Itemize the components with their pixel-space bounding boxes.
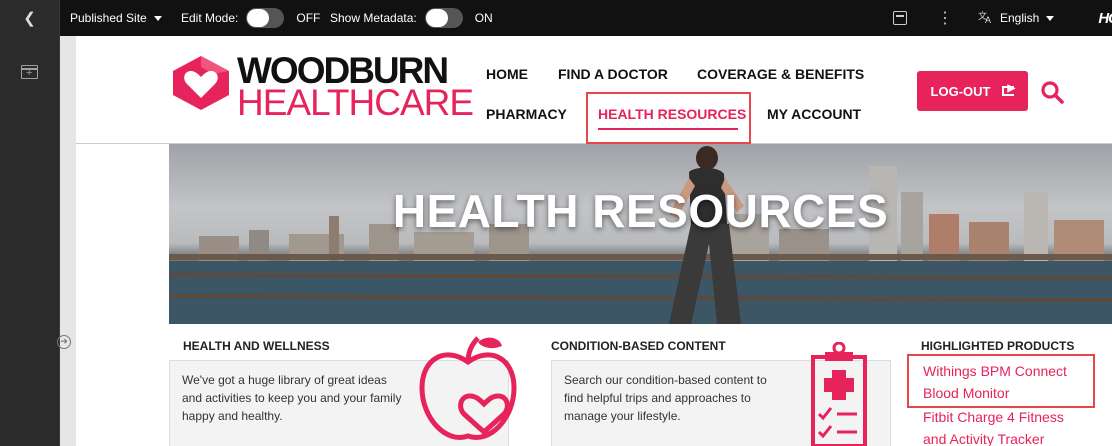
canvas-gutter (60, 36, 76, 446)
hero-title: HEALTH RESOURCES (392, 185, 889, 237)
panel-icon (893, 11, 907, 25)
editor-toolbar: ❮ Published Site Edit Mode: OFF Show Met… (0, 0, 1112, 36)
back-button[interactable]: ❮ (0, 0, 60, 36)
edit-mode-state: OFF (296, 11, 321, 25)
logout-button[interactable]: LOG-OUT (917, 71, 1028, 111)
medical-clipboard-icon (809, 341, 869, 446)
more-options-button[interactable]: ⋮ (937, 0, 953, 36)
edit-mode-label: Edit Mode: (181, 11, 239, 25)
product-link-fitbit-line1[interactable]: Fitbit Charge 4 Fitness (923, 406, 1064, 428)
logout-label: LOG-OUT (930, 83, 991, 99)
product-link-fitbit-line2[interactable]: and Activity Tracker (923, 428, 1044, 446)
language-label: English (1000, 11, 1040, 25)
language-selector[interactable]: 文 A English (978, 0, 1055, 36)
apple-heart-icon (416, 332, 521, 446)
add-component-icon[interactable]: + (21, 65, 38, 79)
nav-my-account[interactable]: MY ACCOUNT (767, 106, 861, 122)
nav-pharmacy[interactable]: PHARMACY (486, 106, 567, 122)
show-metadata-label: Show Metadata: (330, 11, 417, 25)
edit-mode-control: Edit Mode: OFF (181, 0, 320, 36)
heart-hexagon-logo-icon (173, 56, 229, 110)
expand-panel-icon[interactable]: ➜ (57, 335, 71, 349)
chevron-left-icon: ❮ (23, 10, 36, 27)
condition-card-text: Search our condition-based content to fi… (564, 373, 767, 423)
caret-down-icon (153, 15, 162, 21)
search-icon[interactable] (1040, 80, 1064, 104)
nav-highlight-box (586, 92, 751, 144)
nav-find-a-doctor[interactable]: FIND A DOCTOR (558, 66, 668, 82)
site-preview: WOODBURN HEALTHCARE HOME FIND A DOCTOR C… (76, 36, 1112, 446)
nav-coverage-benefits[interactable]: COVERAGE & BENEFITS (697, 66, 864, 82)
show-metadata-control: Show Metadata: ON (330, 0, 493, 36)
wellness-section-title: HEALTH AND WELLNESS (183, 339, 330, 353)
caret-down-icon (1046, 15, 1055, 21)
show-metadata-toggle[interactable] (424, 8, 463, 28)
show-metadata-state: ON (474, 11, 493, 25)
nav-home[interactable]: HOME (486, 66, 528, 82)
products-section-title: HIGHLIGHTED PRODUCTS (921, 339, 1075, 353)
site-selector-dropdown[interactable]: Published Site (70, 0, 162, 36)
editor-side-panel: + (0, 36, 60, 446)
logout-icon (1002, 83, 1015, 96)
hero-banner: HEALTH RESOURCES (169, 144, 1112, 324)
page-settings-button[interactable] (893, 0, 907, 36)
wellness-card-text: We've got a huge library of great ideas … (182, 373, 402, 423)
more-vertical-icon: ⋮ (937, 10, 953, 27)
condition-section-title: CONDITION-BASED CONTENT (551, 339, 726, 353)
brand-logo-partial: HC (1098, 10, 1112, 27)
site-header: WOODBURN HEALTHCARE HOME FIND A DOCTOR C… (76, 36, 1112, 144)
product-highlight-box (907, 354, 1095, 408)
logo-wordmark-bottom: HEALTHCARE (237, 82, 474, 123)
site-selector-label: Published Site (70, 11, 147, 25)
svg-text:A: A (985, 15, 991, 24)
edit-mode-toggle[interactable] (246, 8, 285, 28)
translate-icon: 文 A (978, 10, 994, 27)
